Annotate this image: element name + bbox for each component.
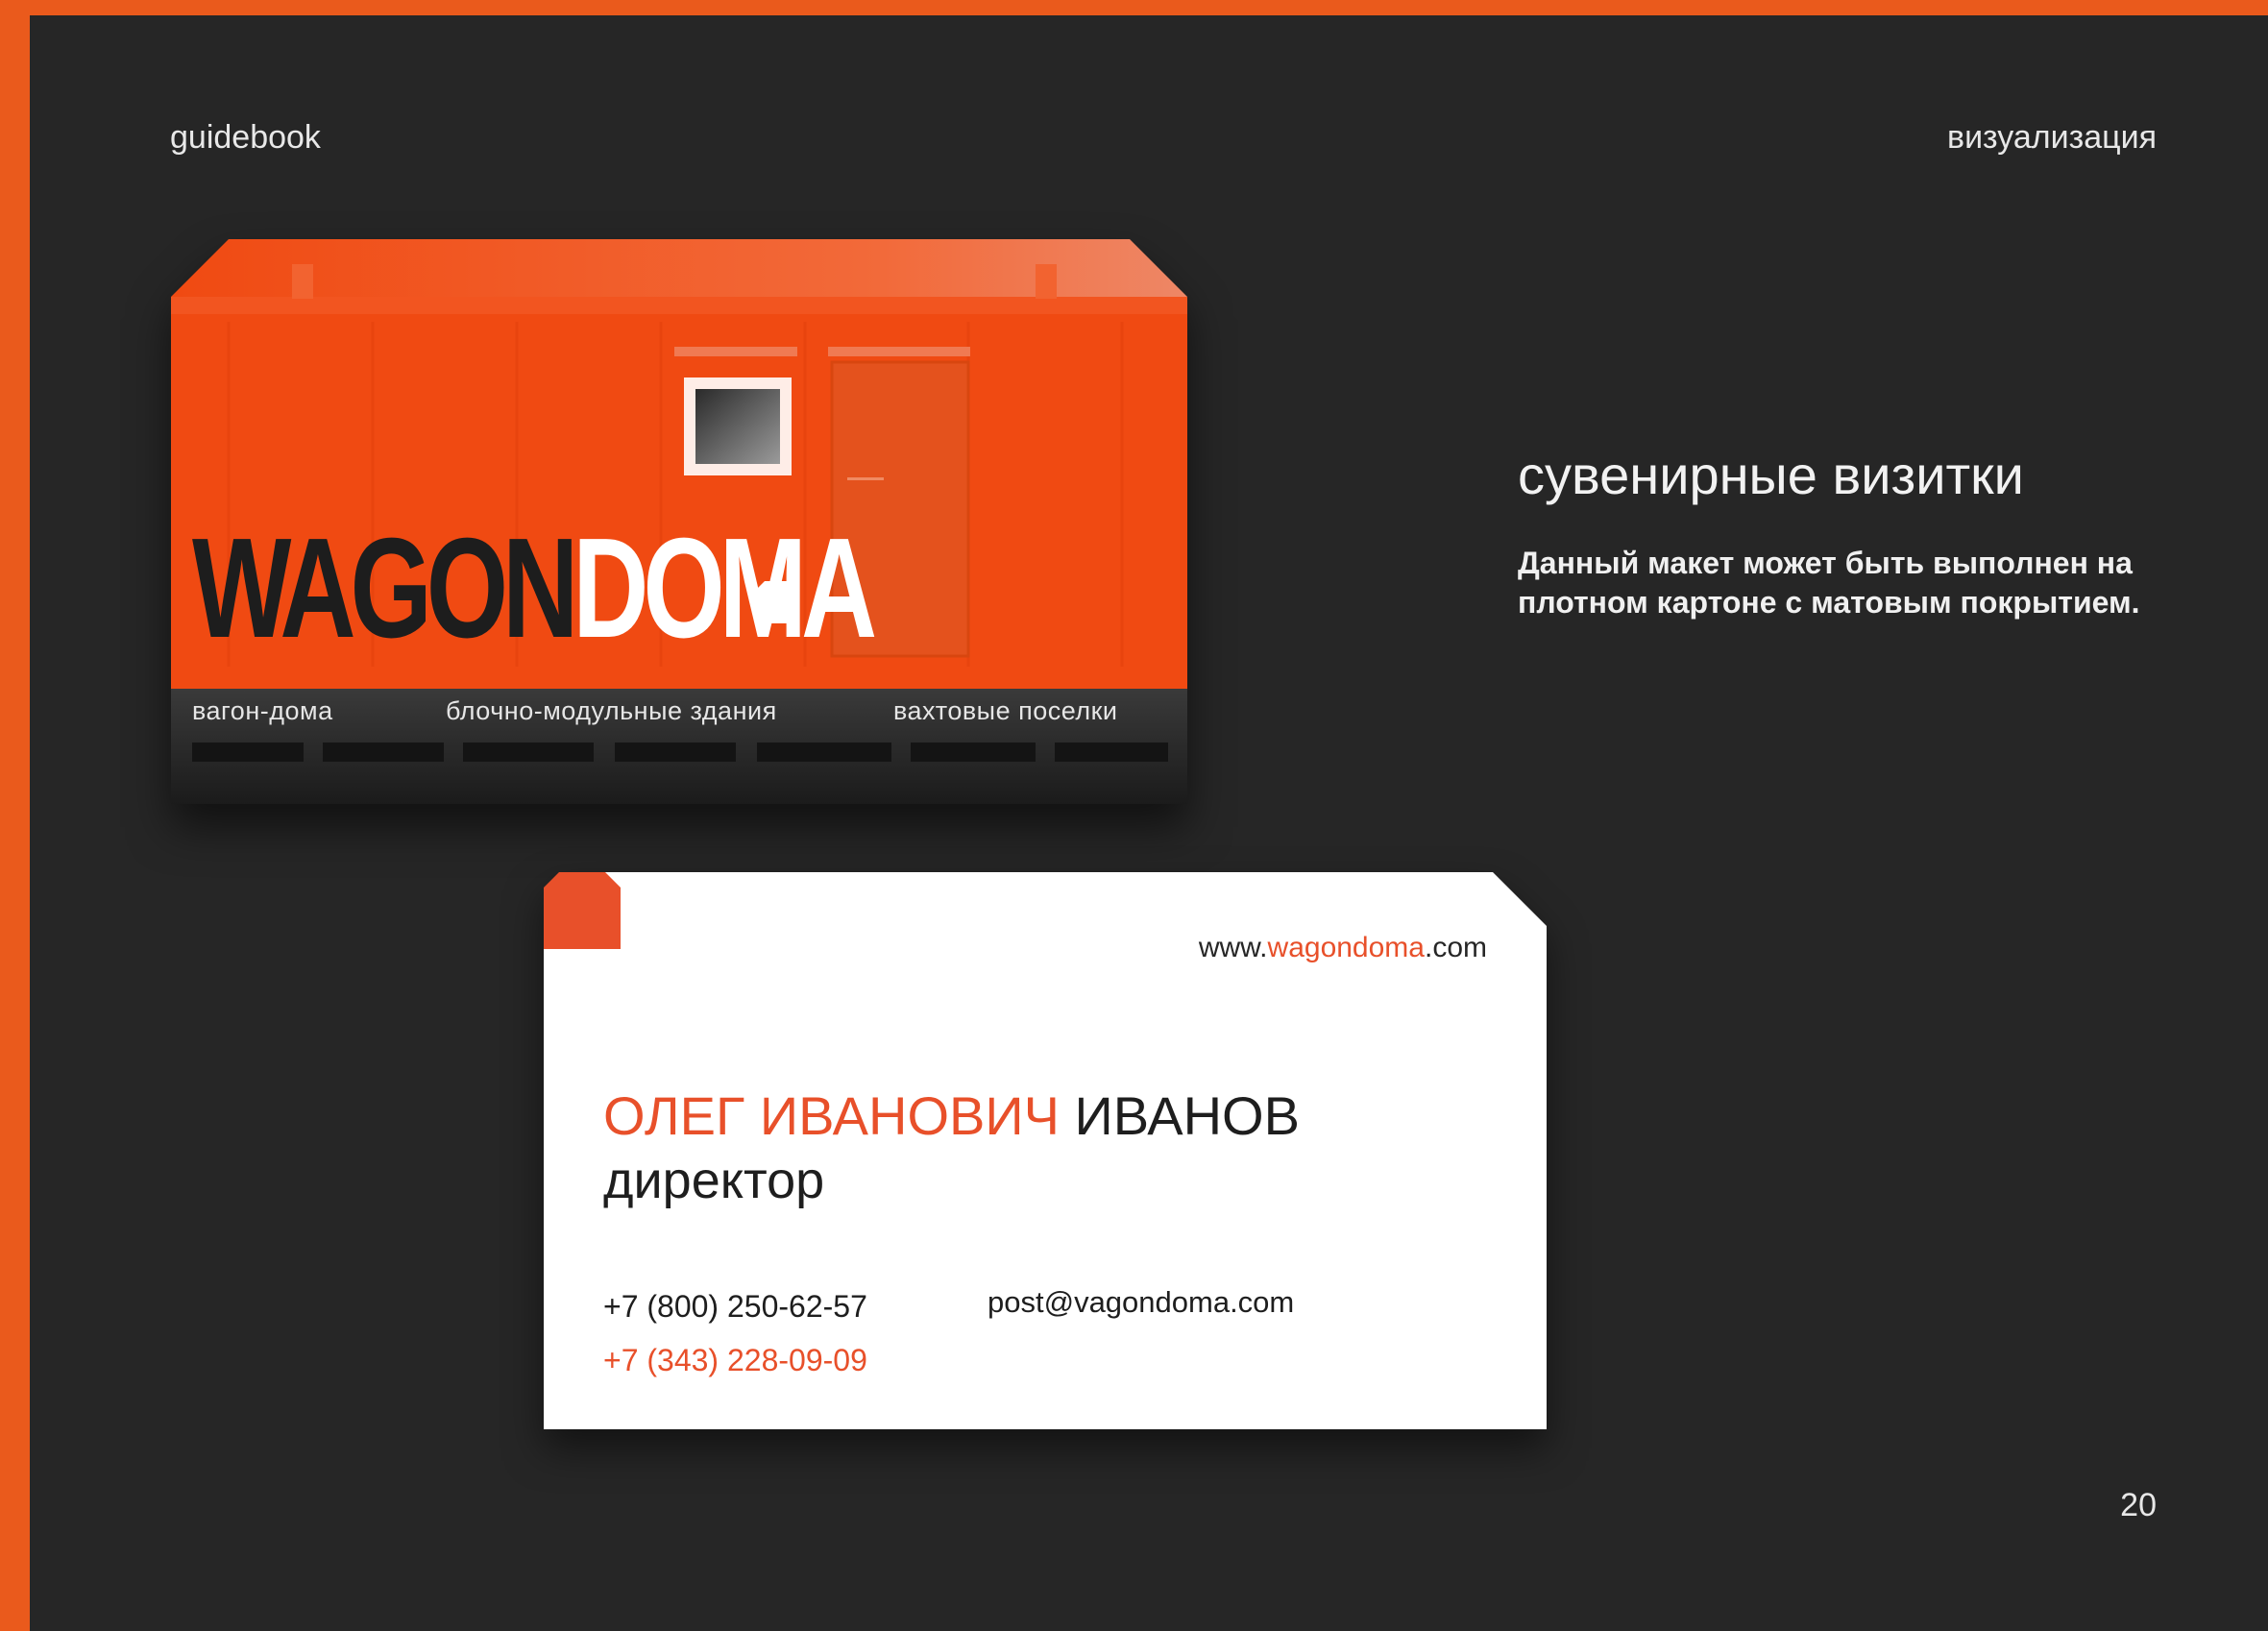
website: www.wagondoma.com: [1199, 932, 1487, 964]
frame-left-bar: [0, 0, 30, 1631]
person-position: директор: [603, 1152, 825, 1209]
section-title: сувенирные визитки: [1518, 445, 2024, 505]
email: post@vagondoma.com: [988, 1285, 1295, 1319]
house-logo-icon: [544, 872, 621, 949]
person-first-middle: ОЛЕГ ИВАНОВИЧ: [603, 1085, 1060, 1146]
header-section: визуализация: [1947, 119, 2157, 156]
page-number: 20: [2120, 1487, 2157, 1523]
site-accent: wagondoma: [1267, 932, 1425, 963]
business-card-back: www.wagondoma.com ОЛЕГ ИВАНОВИЧ ИВАНОВ д…: [544, 872, 1547, 1429]
label-shift-settlements: вахтовые поселки: [893, 696, 1118, 725]
phone-primary: +7 (800) 250-62-57: [603, 1289, 867, 1324]
person-last: ИВАНОВ: [1059, 1085, 1300, 1146]
phone-secondary: +7 (343) 228-09-09: [603, 1343, 867, 1377]
person-name: ОЛЕГ ИВАНОВИЧ ИВАНОВ: [603, 1085, 1300, 1147]
business-card-front: WAGONDOMA вагон-дома блочно-модульные зд…: [171, 239, 1187, 804]
site-prefix: www.: [1198, 932, 1268, 963]
section-description: Данный макет может быть выполнен на плот…: [1518, 546, 2140, 620]
frame-top-bar: [0, 0, 2268, 15]
brand-wagon: WAGON: [192, 509, 578, 668]
front-card-labels: вагон-дома блочно-модульные здания вахто…: [171, 696, 1187, 735]
label-modular-buildings: блочно-модульные здания: [446, 696, 777, 725]
label-wagon-houses: вагон-дома: [192, 696, 333, 725]
brand-doma: DOMA: [573, 509, 877, 668]
header-guidebook: guidebook: [170, 119, 321, 156]
site-suffix: .com: [1424, 932, 1487, 963]
brand-house-icon: [755, 581, 797, 623]
